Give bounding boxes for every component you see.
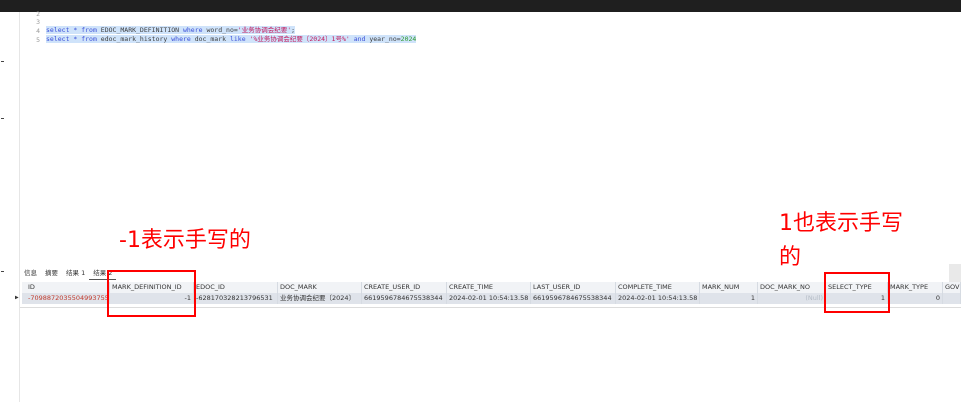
highlight-box-select-type: [824, 272, 890, 313]
line-number: 4: [36, 27, 40, 35]
edge-mark: [1, 61, 4, 62]
table-cell[interactable]: -7098872035504993755: [26, 293, 110, 304]
table-cell[interactable]: 1: [700, 293, 758, 304]
sql-identifier: doc_mark: [194, 35, 230, 43]
sql-keyword: select * from: [46, 26, 101, 34]
annotation-right-line2: 的: [779, 245, 802, 270]
column-header[interactable]: MARK_TYPE: [888, 282, 943, 293]
table-cell[interactable]: -628170328213796531: [194, 293, 278, 304]
column-header[interactable]: GOV: [943, 282, 961, 293]
sql-keyword: where: [182, 26, 207, 34]
table-cell[interactable]: 2024-02-01 10:54:13.58: [447, 293, 531, 304]
line-number-gutter: 2 3 4 5: [20, 10, 42, 264]
edge-mark: [1, 118, 4, 119]
annotation-right-line1: 1也表示手写: [779, 211, 903, 236]
sql-identifier: year_no=: [369, 35, 401, 43]
column-header[interactable]: CREATE_TIME: [447, 282, 531, 293]
sql-punct: ;: [291, 26, 296, 34]
tab-summary[interactable]: 摘要: [41, 267, 62, 279]
column-header[interactable]: DOC_MARK_NO: [758, 282, 826, 293]
line-number: 2: [36, 10, 40, 18]
table-cell[interactable]: 0: [888, 293, 943, 304]
sql-keyword: select * from: [46, 35, 101, 43]
table-cell[interactable]: 2024-02-01 10:54:13.58: [616, 293, 700, 304]
table-cell[interactable]: 业务协调会纪要〔2024〕: [278, 293, 362, 304]
sql-string: '业务协调会纪要': [237, 26, 292, 34]
column-header[interactable]: MARK_NUM: [700, 282, 758, 293]
sql-line-4[interactable]: select * from EDOC_MARK_DEFINITION where…: [46, 26, 296, 35]
column-header[interactable]: DOC_MARK: [278, 282, 362, 293]
sql-identifier: edoc_mark_history: [100, 35, 172, 43]
window-top-bar: [0, 0, 961, 12]
column-header[interactable]: ID: [26, 282, 110, 293]
tab-result-1[interactable]: 结果 1: [62, 267, 89, 279]
tab-info[interactable]: 信息: [20, 267, 41, 279]
table-cell[interactable]: 6619596784675538344: [531, 293, 616, 304]
sql-keyword: where: [171, 35, 195, 43]
sql-string: '%业务协调会纪要〔2024〕1号%': [249, 35, 350, 43]
left-panel-edge: [0, 12, 20, 402]
annotation-left: -1表示手写的: [119, 228, 251, 253]
sql-keyword: like: [229, 35, 250, 43]
table-cell[interactable]: (Null): [758, 293, 826, 304]
line-number: 5: [36, 36, 40, 44]
row-pointer-icon: ▶: [15, 294, 19, 301]
column-header[interactable]: COMPLETE_TIME: [616, 282, 700, 293]
result-tabs: 信息 摘要 结果 1 结果 2: [20, 267, 117, 280]
sql-identifier: EDOC_MARK_DEFINITION: [100, 26, 183, 34]
table-cell[interactable]: 6619596784675538344: [362, 293, 447, 304]
column-header[interactable]: EDOC_ID: [194, 282, 278, 293]
sql-keyword: and: [349, 35, 370, 43]
sql-line-5[interactable]: select * from edoc_mark_history where do…: [46, 35, 417, 44]
sql-identifier: word_no=: [206, 26, 238, 34]
highlight-box-mark-definition-id: [107, 270, 196, 317]
column-header[interactable]: LAST_USER_ID: [531, 282, 616, 293]
edge-mark: [1, 271, 4, 272]
line-number: 3: [36, 18, 40, 26]
sql-number: 2024: [400, 35, 417, 43]
table-cell[interactable]: [943, 293, 961, 304]
column-header[interactable]: CREATE_USER_ID: [362, 282, 447, 293]
